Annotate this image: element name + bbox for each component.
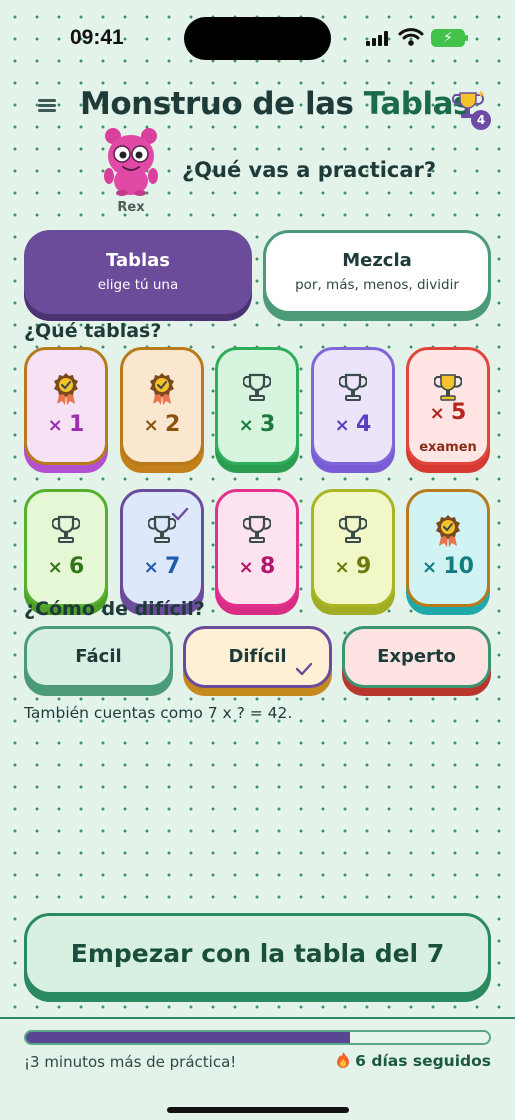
streak-text: 6 días seguidos [355, 1052, 491, 1070]
table-card-8[interactable]: × 8 [215, 489, 299, 607]
difficulty-experto-button[interactable]: Experto [342, 626, 491, 688]
difficulty-label-text: Experto [377, 646, 456, 667]
table-card-4[interactable]: × 4 [311, 347, 395, 465]
trophy-icon [242, 514, 272, 548]
mode-mezcla-subtitle: por, más, menos, dividir [295, 277, 459, 293]
table-card-label: × 6 [47, 554, 85, 579]
mode-mezcla-button[interactable]: Mezcla por, más, menos, dividir [263, 230, 491, 314]
battery-icon: ⚡ [431, 29, 468, 47]
difficulty-label-text: Difícil [228, 646, 287, 667]
mascot-name: Rex [117, 200, 145, 215]
status-bar: 09:41 ⚡ [0, 0, 515, 76]
practice-progress-bar [24, 1030, 491, 1045]
menu-icon[interactable] [38, 97, 58, 113]
table-card-10[interactable]: × 10 [406, 489, 490, 607]
monster-mascot [104, 128, 158, 196]
progress-fill [26, 1032, 351, 1043]
difficulty-fcil-button[interactable]: Fácil [24, 626, 173, 688]
practice-remaining: ¡3 minutos más de práctica! [24, 1053, 237, 1071]
table-card-7[interactable]: × 7 [120, 489, 204, 607]
medal-icon [148, 372, 176, 406]
table-card-1[interactable]: × 1 [24, 347, 108, 465]
status-time: 09:41 [70, 26, 124, 49]
title-main: Monstruo de las [80, 86, 354, 122]
hint-text: También cuentas como 7 x ? = 42. [24, 704, 293, 722]
table-card-label: × 4 [334, 412, 372, 437]
table-card-label: × 2 [143, 412, 181, 437]
table-card-2[interactable]: × 2 [120, 347, 204, 465]
table-card-label: × 7 [143, 554, 181, 579]
mode-mezcla-title: Mezcla [342, 250, 412, 271]
trophy-icon [338, 372, 368, 406]
mode-tablas-button[interactable]: Tablas elige tú una [24, 230, 252, 314]
check-icon [171, 506, 189, 521]
streak-indicator: 6 días seguidos [335, 1051, 491, 1070]
difficulty-difcil-button[interactable]: Difícil [183, 626, 332, 688]
table-card-5[interactable]: × 5 examen [406, 347, 490, 465]
table-card-label: × 1 [47, 412, 85, 437]
app-title: Monstruo de las Tablas [80, 86, 472, 122]
table-card-label: × 9 [334, 554, 372, 579]
table-card-label: × 8 [238, 554, 276, 579]
medal-icon [52, 372, 80, 406]
table-card-3[interactable]: × 3 [215, 347, 299, 465]
trophy-icon [51, 514, 81, 548]
trophy-icon [338, 514, 368, 548]
table-card-label: × 3 [238, 412, 276, 437]
trophy-badge[interactable]: 4 [451, 90, 493, 130]
wifi-icon [398, 28, 424, 46]
difficulty-label: ¿Cómo de difícil? [24, 598, 205, 620]
practice-question: ¿Qué vas a practicar? [182, 158, 437, 182]
difficulty-label-text: Fácil [75, 646, 122, 667]
table-card-label: × 5 [429, 400, 467, 425]
start-button[interactable]: Empezar con la tabla del 7 [24, 913, 491, 995]
fire-icon [337, 1052, 350, 1068]
bottom-bar: ¡3 minutos más de práctica! 6 días segui… [0, 1017, 515, 1120]
table-card-6[interactable]: × 6 [24, 489, 108, 607]
table-card-9[interactable]: × 9 [311, 489, 395, 607]
trophy-count: 4 [471, 110, 491, 130]
tables-label: ¿Qué tablas? [24, 320, 162, 342]
trophy-icon [242, 372, 272, 406]
medal-icon [434, 514, 462, 548]
mode-tablas-title: Tablas [105, 250, 171, 271]
check-icon [295, 643, 313, 676]
table-card-sublabel: examen [419, 440, 477, 455]
home-indicator [167, 1107, 349, 1113]
dynamic-island [184, 17, 331, 60]
table-card-label: × 10 [422, 554, 474, 579]
mode-tablas-subtitle: elige tú una [97, 277, 179, 293]
signal-icon [366, 30, 392, 46]
